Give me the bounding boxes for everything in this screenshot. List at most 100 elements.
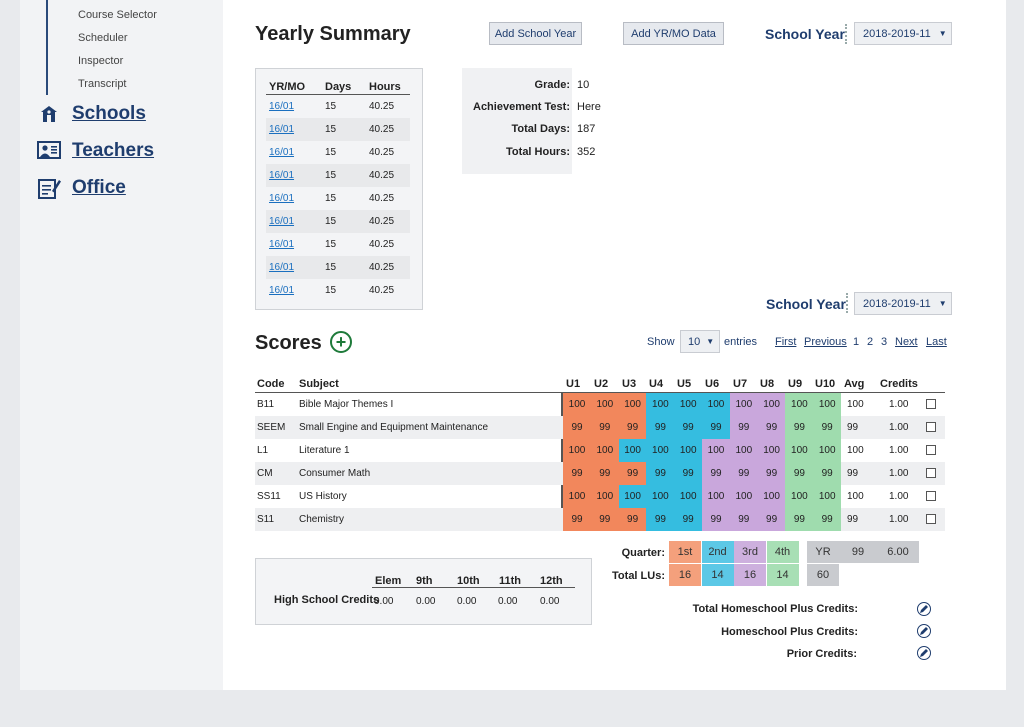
yrmo-link[interactable]: 16/01 [269, 239, 294, 250]
edit-total-homeschool-plus-credits-button[interactable] [917, 602, 931, 616]
sidebar-item-transcript[interactable]: Transcript [78, 78, 127, 90]
unit-score-cell[interactable]: 100 [702, 439, 730, 462]
edit-homeschool-plus-credits-button[interactable] [917, 624, 931, 638]
unit-score-cell[interactable]: 99 [813, 416, 842, 439]
unit-score-cell[interactable]: 99 [785, 508, 814, 531]
unit-score-cell[interactable]: 100 [702, 485, 730, 508]
unit-score-cell[interactable]: 100 [618, 393, 647, 416]
unit-score-cell[interactable]: 99 [646, 508, 675, 531]
unit-score-cell[interactable]: 100 [563, 485, 591, 508]
unit-score-cell[interactable]: 99 [785, 416, 814, 439]
unit-score-cell[interactable]: 100 [674, 439, 703, 462]
yrmo-link[interactable]: 16/01 [269, 101, 294, 112]
unit-score-cell[interactable]: 99 [563, 462, 591, 485]
sidebar-item-schools[interactable]: Schools [36, 103, 146, 125]
yrmo-link[interactable]: 16/01 [269, 170, 294, 181]
unit-score-cell[interactable]: 99 [729, 416, 758, 439]
unit-score-cell[interactable]: 99 [674, 462, 703, 485]
sidebar-item-course-selector[interactable]: Course Selector [78, 9, 157, 21]
unit-score-cell[interactable]: 100 [646, 485, 675, 508]
unit-score-cell[interactable]: 100 [785, 393, 814, 416]
pager-next[interactable]: Next [895, 336, 918, 348]
row-checkbox[interactable] [926, 445, 936, 455]
entries-select[interactable]: 10 ▼ [680, 330, 720, 353]
unit-score-cell[interactable]: 99 [813, 508, 842, 531]
yrmo-link[interactable]: 16/01 [269, 124, 294, 135]
unit-score-cell[interactable]: 100 [757, 393, 786, 416]
unit-score-cell[interactable]: 99 [702, 508, 730, 531]
yrmo-link[interactable]: 16/01 [269, 147, 294, 158]
row-checkbox[interactable] [926, 514, 936, 524]
pager-page-2[interactable]: 2 [867, 336, 873, 348]
row-checkbox[interactable] [926, 399, 936, 409]
unit-score-cell[interactable]: 99 [618, 508, 647, 531]
unit-score-cell[interactable]: 99 [646, 462, 675, 485]
unit-score-cell[interactable]: 100 [757, 439, 786, 462]
pager-page-3[interactable]: 3 [881, 336, 887, 348]
unit-score-cell[interactable]: 99 [590, 416, 619, 439]
unit-score-cell[interactable]: 99 [729, 508, 758, 531]
unit-score-cell[interactable]: 99 [563, 416, 591, 439]
unit-score-cell[interactable]: 99 [674, 416, 703, 439]
unit-score-cell[interactable]: 100 [674, 393, 703, 416]
unit-score-cell[interactable]: 99 [618, 416, 647, 439]
yrmo-link[interactable]: 16/01 [269, 262, 294, 273]
add-yrmo-data-button[interactable]: Add YR/MO Data [623, 22, 724, 45]
add-school-year-button[interactable]: Add School Year [489, 22, 582, 45]
unit-score-cell[interactable]: 99 [757, 462, 786, 485]
unit-score-cell[interactable]: 100 [785, 439, 814, 462]
unit-score-cell[interactable]: 100 [618, 439, 647, 462]
unit-score-cell[interactable]: 99 [702, 416, 730, 439]
unit-score-cell[interactable]: 99 [702, 462, 730, 485]
unit-score-cell[interactable]: 100 [590, 485, 619, 508]
pager-first[interactable]: First [775, 336, 796, 348]
unit-score-cell[interactable]: 99 [757, 508, 786, 531]
yrmo-link[interactable]: 16/01 [269, 216, 294, 227]
yrmo-link[interactable]: 16/01 [269, 285, 294, 296]
unit-score-cell[interactable]: 100 [757, 485, 786, 508]
unit-score-cell[interactable]: 99 [813, 462, 842, 485]
unit-score-cell[interactable]: 99 [590, 462, 619, 485]
sidebar-item-scheduler[interactable]: Scheduler [78, 32, 128, 44]
sidebar-item-office[interactable]: Office [36, 177, 126, 199]
pager-previous[interactable]: Previous [804, 336, 847, 348]
unit-score-cell[interactable]: 100 [813, 485, 842, 508]
unit-score-cell[interactable]: 100 [563, 439, 591, 462]
unit-score-cell[interactable]: 100 [618, 485, 647, 508]
add-score-button[interactable]: + [330, 331, 352, 353]
row-checkbox[interactable] [926, 491, 936, 501]
unit-score-cell[interactable]: 99 [646, 416, 675, 439]
unit-score-cell[interactable]: 99 [729, 462, 758, 485]
unit-score-cell[interactable]: 99 [757, 416, 786, 439]
unit-score-cell[interactable]: 100 [729, 485, 758, 508]
row-checkbox[interactable] [926, 422, 936, 432]
scores-school-year-select[interactable]: 2018-2019-11 ▼ [854, 292, 952, 315]
unit-score-cell[interactable]: 100 [646, 393, 675, 416]
unit-score-cell[interactable]: 99 [674, 508, 703, 531]
school-year-select[interactable]: 2018-2019-11 ▼ [854, 22, 952, 45]
unit-score-cell[interactable]: 99 [618, 462, 647, 485]
sidebar-item-teachers[interactable]: Teachers [36, 140, 154, 162]
yrmo-link[interactable]: 16/01 [269, 193, 294, 204]
pager-last[interactable]: Last [926, 336, 947, 348]
unit-score-cell[interactable]: 100 [590, 439, 619, 462]
unit-score-cell[interactable]: 100 [813, 439, 842, 462]
unit-score-cell[interactable]: 100 [563, 393, 591, 416]
row-checkbox[interactable] [926, 468, 936, 478]
unit-score-cell[interactable]: 100 [674, 485, 703, 508]
sidebar-item-inspector[interactable]: Inspector [78, 55, 123, 67]
unit-score-cell[interactable]: 99 [590, 508, 619, 531]
unit-score-cell[interactable]: 100 [646, 439, 675, 462]
unit-score-cell[interactable]: 100 [590, 393, 619, 416]
sidebar: Course Selector Scheduler Inspector Tran… [20, 0, 223, 690]
unit-score-cell[interactable]: 99 [785, 462, 814, 485]
edit-prior-credits-button[interactable] [917, 646, 931, 660]
total-hours-label: Total Hours: [506, 146, 570, 158]
unit-score-cell[interactable]: 100 [702, 393, 730, 416]
unit-score-cell[interactable]: 100 [729, 439, 758, 462]
pager-page-1[interactable]: 1 [853, 336, 859, 348]
unit-score-cell[interactable]: 99 [563, 508, 591, 531]
unit-score-cell[interactable]: 100 [813, 393, 842, 416]
unit-score-cell[interactable]: 100 [785, 485, 814, 508]
unit-score-cell[interactable]: 100 [729, 393, 758, 416]
